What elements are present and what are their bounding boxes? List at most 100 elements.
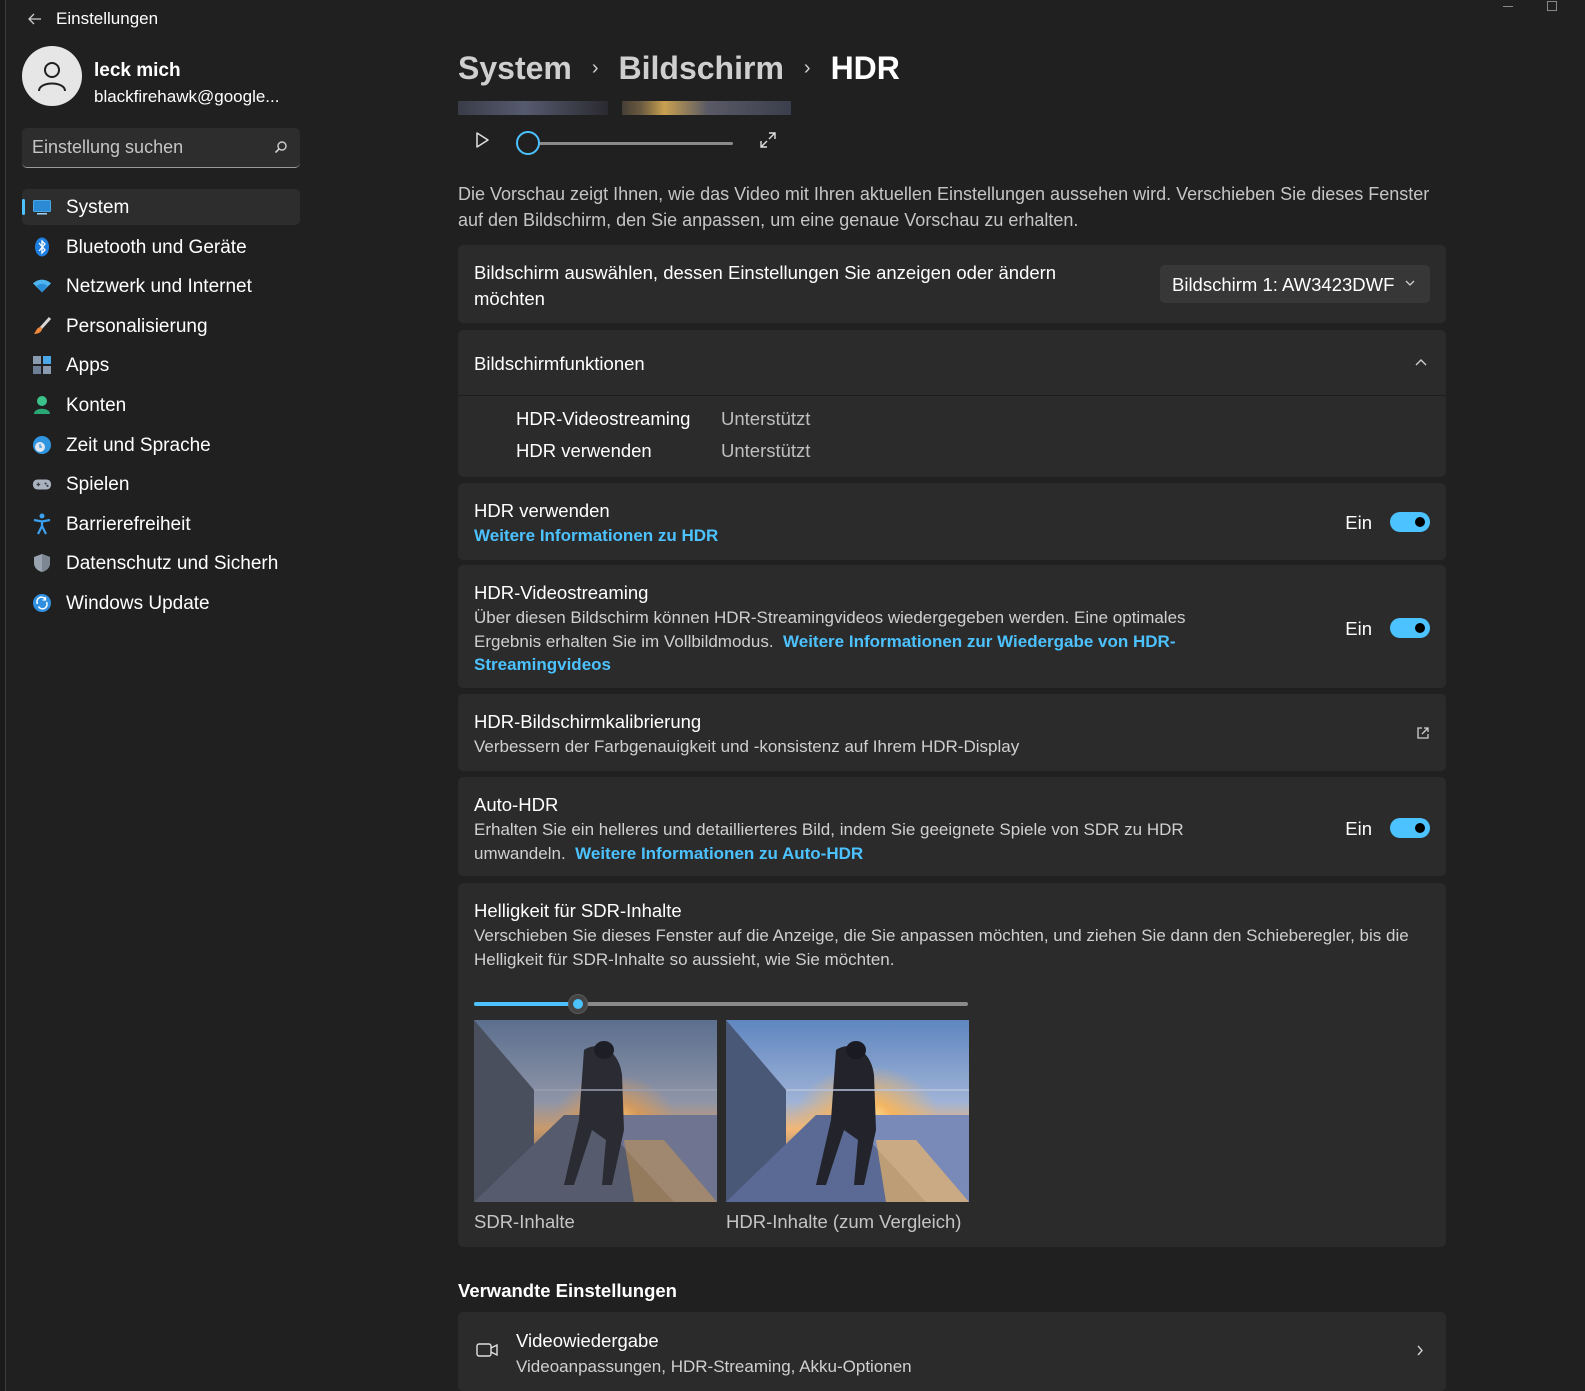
preview-description: Die Vorschau zeigt Ihnen, wie das Video …: [458, 184, 1430, 230]
profile-name: leck mich: [94, 60, 181, 81]
video-preview: [458, 101, 791, 115]
sidebar-item-label: Personalisierung: [66, 315, 208, 337]
sdr-brightness-fill: [474, 1002, 578, 1006]
avatar: [22, 46, 82, 106]
feature-name: HDR-Videostreaming: [516, 408, 691, 429]
chevron-right-icon: ›: [803, 56, 811, 79]
minimize-button[interactable]: [1497, 0, 1521, 14]
sidebar-item-system[interactable]: System: [22, 189, 300, 225]
related-settings-heading: Verwandte Einstellungen: [458, 1280, 677, 1301]
account-icon: [32, 395, 52, 415]
hdr-calibration-card[interactable]: HDR-Bildschirmkalibrierung Verbessern de…: [458, 694, 1446, 771]
sidebar-item-label: Barrierefreiheit: [66, 513, 191, 535]
breadcrumb-system[interactable]: System: [458, 50, 572, 87]
breadcrumb-display[interactable]: Bildschirm: [619, 50, 784, 87]
use-hdr-state: Ein: [1345, 512, 1372, 533]
hdr-sample-image: [726, 1020, 969, 1202]
app-title: Einstellungen: [56, 9, 159, 28]
sidebar-item-label: Konten: [66, 394, 127, 416]
sidebar-item-label: Bluetooth und Geräte: [66, 236, 247, 258]
chevron-right-icon: ›: [591, 56, 599, 79]
sidebar-item-bluetooth[interactable]: Bluetooth und Geräte: [22, 229, 300, 265]
maximize-button[interactable]: [1539, 0, 1563, 14]
chevron-right-icon: [1417, 1345, 1423, 1356]
chevron-up-icon: [1415, 359, 1427, 366]
sidebar-item-windows-update[interactable]: Windows Update: [22, 585, 300, 621]
display-select-card: Bildschirm auswählen, dessen Einstellung…: [458, 245, 1446, 323]
sidebar-item-label: Netzwerk und Internet: [66, 276, 252, 298]
auto-hdr-description: Erhalten Sie ein helleres und detaillier…: [474, 818, 1234, 865]
feature-value: Unterstützt: [721, 408, 811, 429]
auto-hdr-info-link[interactable]: Weitere Informationen zu Auto-HDR: [575, 844, 863, 863]
sdr-brightness-card: Helligkeit für SDR-Inhalte Verschieben S…: [458, 883, 1446, 1247]
apps-icon: [32, 355, 52, 375]
display-features-title: Bildschirmfunktionen: [474, 353, 645, 374]
sdr-caption: SDR-Inhalte: [474, 1211, 575, 1232]
feature-value: Unterstützt: [721, 440, 811, 461]
auto-hdr-state: Ein: [1345, 818, 1372, 839]
auto-hdr-card: Auto-HDR Erhalten Sie ein helleres und d…: [458, 777, 1446, 876]
accessibility-icon: [32, 513, 52, 535]
sidebar-item-network[interactable]: Netzwerk und Internet: [22, 268, 300, 304]
sidebar-item-gaming[interactable]: Spielen: [22, 466, 300, 502]
hdr-streaming-toggle[interactable]: [1390, 618, 1430, 638]
sidebar-item-label: Apps: [66, 355, 110, 377]
profile-email: blackfirehawk@google...: [94, 87, 280, 106]
bluetooth-icon: [32, 237, 52, 257]
hdr-streaming-state: Ein: [1345, 618, 1372, 639]
sidebar-item-label: Datenschutz und Sicherheit: [66, 553, 278, 575]
search-box[interactable]: [22, 128, 300, 168]
display-features-card: Bildschirmfunktionen HDR-Videostreaming …: [458, 330, 1446, 477]
person-icon: [38, 62, 66, 92]
globe-clock-icon: [32, 435, 52, 455]
related-item-description: Videoanpassungen, HDR-Streaming, Akku-Op…: [516, 1357, 912, 1376]
hdr-streaming-title: HDR-Videostreaming: [474, 582, 649, 603]
user-profile[interactable]: leck mich blackfirehawk@google...: [22, 46, 306, 110]
external-link-icon: [1417, 727, 1429, 739]
display-dropdown-value: Bildschirm 1: AW3423DWF: [1172, 274, 1395, 295]
page-title: HDR: [830, 49, 900, 86]
display-select-label: Bildschirm auswählen, dessen Einstellung…: [474, 262, 1057, 309]
sidebar: leck mich blackfirehawk@google... System…: [6, 38, 306, 1391]
sidebar-item-personalization[interactable]: Personalisierung: [22, 308, 300, 344]
related-item-video-playback[interactable]: Videowiedergabe Videoanpassungen, HDR-St…: [458, 1312, 1446, 1391]
video-progress-thumb[interactable]: [516, 131, 540, 155]
sdr-brightness-description: Verschieben Sie dieses Fenster auf die A…: [474, 926, 1409, 969]
display-dropdown[interactable]: Bildschirm 1: AW3423DWF: [1160, 265, 1430, 303]
play-icon[interactable]: [472, 130, 492, 150]
back-button[interactable]: [22, 6, 48, 32]
related-item-title: Videowiedergabe: [516, 1330, 659, 1351]
fullscreen-icon[interactable]: [758, 130, 778, 150]
back-arrow-icon: [28, 13, 41, 25]
gamepad-icon: [32, 474, 52, 494]
hdr-info-link[interactable]: Weitere Informationen zu HDR: [474, 524, 718, 548]
brush-icon: [32, 316, 52, 336]
sidebar-item-privacy[interactable]: Datenschutz und Sicherheit: [22, 545, 300, 581]
sidebar-item-label: System: [66, 197, 130, 218]
sidebar-item-accessibility[interactable]: Barrierefreiheit: [22, 506, 300, 542]
sdr-sample-image: [474, 1020, 717, 1202]
use-hdr-card: HDR verwenden Weitere Informationen zu H…: [458, 483, 1446, 560]
breadcrumb: System › Bildschirm › HDR: [458, 48, 900, 88]
hdr-calibration-description: Verbessern der Farbgenauigkeit und -kons…: [474, 737, 1020, 756]
display-features-header[interactable]: Bildschirmfunktionen: [458, 330, 1446, 396]
title-bar: Einstellungen: [6, 0, 1585, 38]
search-icon[interactable]: [274, 140, 288, 154]
auto-hdr-toggle[interactable]: [1390, 818, 1430, 838]
feature-name: HDR verwenden: [516, 440, 652, 461]
main-content: System › Bildschirm › HDR Die Vorschau z…: [458, 38, 1448, 1391]
search-input[interactable]: [32, 128, 262, 166]
chevron-down-icon: [1405, 280, 1415, 286]
video-progress-track[interactable]: [528, 142, 733, 145]
use-hdr-toggle[interactable]: [1390, 512, 1430, 532]
sidebar-item-apps[interactable]: Apps: [22, 347, 300, 383]
sidebar-item-accounts[interactable]: Konten: [22, 387, 300, 423]
sdr-brightness-title: Helligkeit für SDR-Inhalte: [474, 900, 682, 921]
sidebar-item-time-language[interactable]: Zeit und Sprache: [22, 427, 300, 463]
video-camera-icon: [476, 1343, 498, 1357]
system-icon: [32, 197, 52, 217]
hdr-caption: HDR-Inhalte (zum Vergleich): [726, 1211, 962, 1232]
shield-icon: [32, 553, 52, 573]
auto-hdr-title: Auto-HDR: [474, 794, 559, 815]
sdr-brightness-thumb[interactable]: [567, 994, 588, 1014]
